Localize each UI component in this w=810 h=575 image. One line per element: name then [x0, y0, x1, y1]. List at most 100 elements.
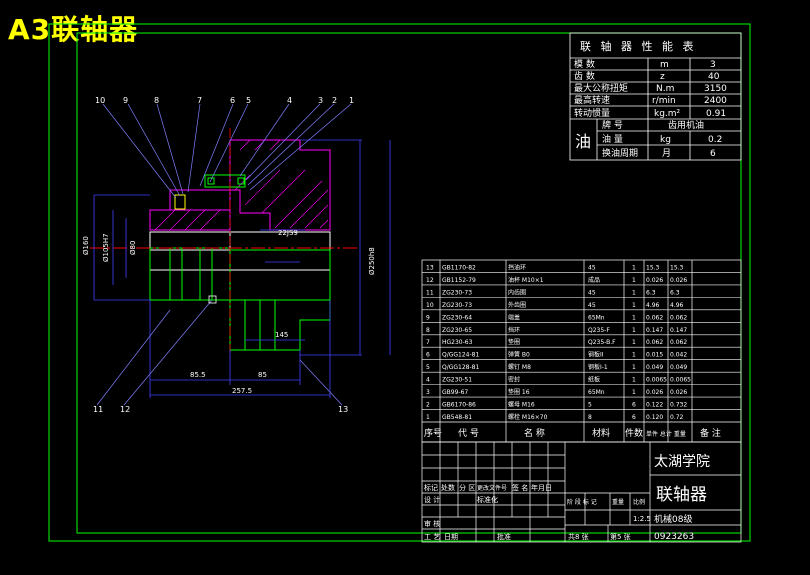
bom-cell: 0.0065 — [670, 377, 691, 384]
bom-cell: 1 — [632, 314, 636, 321]
bom-cell: 0.120 — [646, 414, 663, 421]
bom-header-code: 代 号 — [458, 428, 479, 439]
bom-cell: 挡环 — [508, 326, 520, 334]
oil-row-value: 齿用机油 — [668, 119, 704, 131]
bom-cell: 1 — [632, 327, 636, 334]
bom-cell: GB1170-82 — [442, 264, 476, 271]
perf-value: 3 — [710, 60, 716, 70]
bom-cell: 15.3 — [670, 264, 684, 271]
dim-d80: Ø80 — [129, 241, 137, 255]
dim-d105: Ø105H7 — [102, 233, 110, 262]
tb-label: 年月日 — [531, 483, 552, 492]
balloon-1: 1 — [349, 96, 354, 105]
bom-cell: 45 — [588, 289, 596, 296]
bom-cell: 0.147 — [670, 327, 687, 334]
bom-cell: 0.015 — [646, 352, 663, 359]
bom-cell: 纸板 — [588, 376, 600, 384]
perf-value: 40 — [708, 72, 720, 82]
balloon-6: 6 — [230, 96, 235, 105]
bom-cell: 油杯 M10×1 — [508, 276, 544, 284]
tb-label: 批准 — [497, 532, 511, 541]
tb-label: 处数 — [441, 483, 455, 492]
bom-cell: 内齿圈 — [508, 288, 526, 296]
tb-label: 审 核 — [424, 519, 440, 528]
bom-cell: 1 — [632, 264, 636, 271]
bom-cell: 4.96 — [646, 302, 660, 309]
bom-cell: 0.062 — [670, 339, 687, 346]
bom-header-weight: 单件 总计 重量 — [646, 430, 686, 438]
perf-label: 转动惯量 — [574, 107, 610, 119]
bom-cell: 1 — [632, 352, 636, 359]
tb-label: 重量 — [612, 498, 624, 506]
tb-label: 标准化 — [477, 495, 498, 504]
dim-key: 22JS9 — [278, 229, 298, 237]
bom-cell: 0.062 — [646, 339, 663, 346]
balloon-5: 5 — [246, 96, 251, 105]
bom-cell: 0.049 — [670, 364, 687, 371]
bom-cell: Q/GG128-81 — [442, 364, 479, 371]
bom-cell: 0.062 — [646, 314, 663, 321]
bom-cell: 45 — [588, 264, 596, 271]
cad-drawing: Ø160 Ø105H7 Ø250h8 Ø80 145 85.5 85 257.5… — [48, 23, 751, 543]
bom-cell: 10 — [426, 302, 434, 309]
bom-header-material: 材料 — [592, 427, 610, 439]
bom-cell: 0.026 — [646, 277, 663, 284]
bom-cell: 13 — [426, 264, 434, 271]
dim-257-5: 257.5 — [232, 387, 252, 395]
bom-cell: 45 — [588, 302, 596, 309]
balloon-3: 3 — [318, 96, 323, 105]
bom-cell: ZG230-73 — [442, 302, 472, 309]
oil-row-value: 0.2 — [708, 135, 722, 145]
bom-cell: 8 — [588, 414, 592, 421]
perf-unit: N.m — [656, 84, 674, 94]
bom-cell: 1 — [632, 339, 636, 346]
perf-label: 最大公称扭矩 — [574, 82, 628, 94]
tb-label: 更改文件号 — [477, 484, 507, 492]
tb-label: 比例 — [633, 498, 645, 506]
bom-cell: 6.3 — [646, 289, 656, 296]
bom-cell: 钢板II — [588, 351, 604, 359]
bom-cell: HG230-63 — [442, 339, 473, 346]
tb-scale: 1:2.5 — [633, 515, 651, 523]
bom-cell: 0.72 — [670, 414, 684, 421]
bom-cell: 8 — [426, 327, 430, 334]
oil-row-label: 牌 号 — [602, 119, 623, 131]
bom-cell: 垫圈 — [508, 338, 520, 346]
tb-school: 太湖学院 — [654, 454, 710, 470]
bom-rows: 13 GB1170-82 挡油环 45 1 15.3 15.312 GB1152-79 油杯 M… — [422, 263, 741, 421]
bom-cell: 2 — [426, 402, 430, 409]
oil-row-label: 油 量 — [602, 133, 623, 145]
tb-drawing-name: 联轴器 — [656, 485, 707, 505]
tb-label: 分 区 — [459, 483, 475, 492]
perf-value: 3150 — [704, 84, 727, 94]
bom-cell: 0.147 — [646, 327, 663, 334]
tb-sheet-no: 第5 张 — [610, 532, 631, 541]
perf-unit: m — [660, 60, 669, 70]
oil-row-unit: kg — [660, 135, 671, 145]
perf-label: 最高转速 — [574, 94, 610, 106]
bom-cell: 0.0065 — [646, 377, 667, 384]
bom-cell: Q/GG124-81 — [442, 352, 479, 359]
bom-cell: 11 — [426, 289, 434, 296]
tb-class: 机械08级 — [654, 513, 692, 525]
perf-value: 0.91 — [706, 109, 726, 119]
tb-label: 签 名 — [512, 483, 528, 492]
bom-cell: 1 — [426, 414, 430, 421]
balloon-9: 9 — [123, 96, 128, 105]
bom-header-name: 名 称 — [524, 427, 545, 439]
balloon-12: 12 — [120, 405, 130, 414]
bom-cell: GB548-81 — [442, 414, 472, 421]
bom-cell: 0.026 — [646, 389, 663, 396]
tb-label: 工 艺 — [424, 533, 440, 541]
bom-cell: 0.042 — [670, 352, 687, 359]
balloon-10: 10 — [95, 96, 105, 105]
bom-cell: 0.026 — [670, 277, 687, 284]
perf-unit: r/min — [652, 96, 676, 106]
bom-cell: 1 — [632, 389, 636, 396]
bom-cell: GB1152-79 — [442, 277, 476, 284]
tb-label: 标记 — [424, 483, 438, 492]
bom-cell: 1 — [632, 364, 636, 371]
bom-cell: 密封 — [508, 376, 520, 384]
tb-label: 日期 — [444, 533, 458, 541]
balloon-8: 8 — [154, 96, 159, 105]
